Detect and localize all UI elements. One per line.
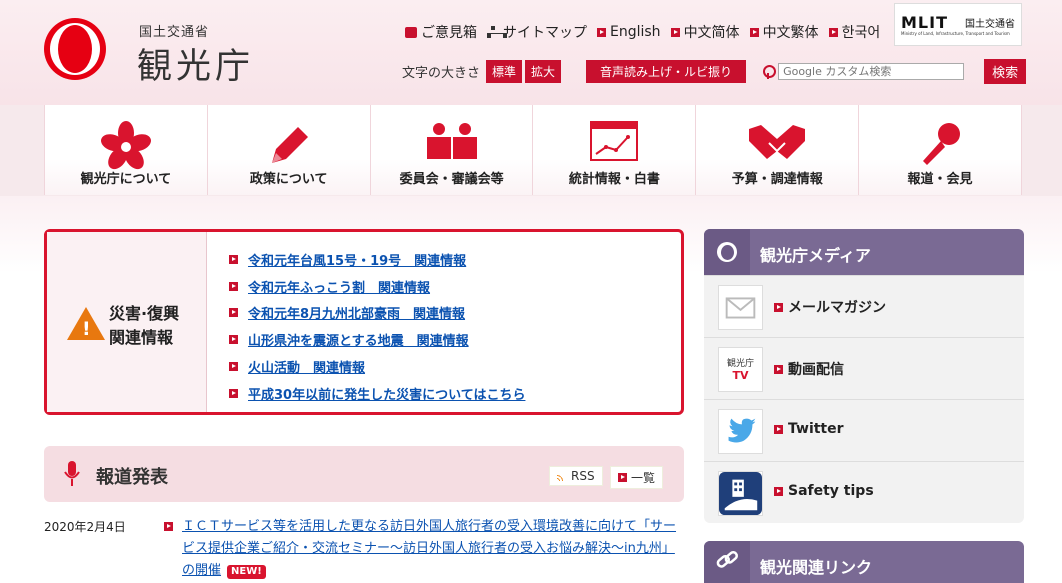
- nav-press[interactable]: 報道・会見: [859, 105, 1022, 195]
- arrow-square-icon: [749, 27, 759, 37]
- mlit-logo[interactable]: MLIT 国土交通省 Ministry of Land, Infrastruct…: [894, 3, 1022, 46]
- media-item-video[interactable]: 観光庁 TV 動画配信: [704, 337, 1024, 399]
- media-panel-title: 観光庁メディア: [760, 246, 871, 265]
- nav-about[interactable]: 観光庁について: [44, 105, 208, 195]
- main-nav: 観光庁について 政策について 委員会・審議会等 統計情報・白書 予算・調達情報 …: [44, 105, 1022, 195]
- nav-statistics-label: 統計情報・白書: [568, 172, 660, 187]
- nav-budget-label: 予算・調達情報: [731, 172, 823, 187]
- media-panel-header: 観光庁メディア: [704, 229, 1024, 275]
- nav-press-label: 報道・会見: [907, 172, 973, 187]
- nav-committees[interactable]: 委員会・審議会等: [370, 105, 534, 195]
- logo-title: 観光庁: [137, 47, 255, 87]
- nav-statistics[interactable]: 統計情報・白書: [533, 105, 697, 195]
- handshake-icon: [749, 125, 806, 159]
- related-links-header: 観光関連リンク: [704, 541, 1024, 583]
- news-item[interactable]: ＩＣＴサービス等を活用した更なる訪日外国人旅行者の受入環境改善に向けて「サービス…: [164, 516, 684, 582]
- microphone-icon: [923, 123, 961, 165]
- voice-reading-button[interactable]: 音声読み上げ・ルビ振り: [586, 60, 747, 83]
- media-item-label: Safety tips: [774, 483, 874, 499]
- media-item-label: Twitter: [774, 421, 844, 437]
- font-size-label: 文字の大きさ: [402, 66, 481, 81]
- list-item[interactable]: 平成30年以前に発生した災害についてはこちら: [229, 380, 525, 407]
- disaster-panel: ! 災害·復興 関連情報 令和元年台風15号・19号 関連情報 令和元年ふっこう…: [44, 229, 684, 415]
- list-item[interactable]: 山形県沖を震源とする地震 関連情報: [229, 326, 525, 353]
- arrow-square-icon: [229, 388, 238, 398]
- chart-icon: [590, 121, 639, 161]
- twitter-bird-icon: [718, 409, 763, 454]
- new-badge: NEW!: [227, 565, 266, 579]
- utility-row: 文字の大きさ 標準 拡大 音声読み上げ・ルビ振り 検索: [402, 59, 1029, 84]
- site-logo[interactable]: 国土交通省 観光庁: [44, 18, 264, 88]
- media-item-safety[interactable]: Safety tips: [704, 461, 1024, 523]
- font-standard-button[interactable]: 標準: [486, 60, 523, 83]
- safety-tips-icon: [718, 471, 763, 516]
- mlit-japanese-name: 国土交通省: [965, 19, 1015, 30]
- sitemap-icon: [487, 26, 507, 38]
- arrow-square-icon: [229, 362, 238, 372]
- pencil-icon: [271, 127, 308, 163]
- arrow-square-icon: [774, 302, 783, 312]
- arrow-square-icon: [618, 473, 627, 482]
- arrow-square-icon: [164, 522, 173, 531]
- rss-icon: [557, 471, 567, 481]
- link-korean[interactable]: 한국어: [828, 22, 880, 42]
- mlit-logo-text: MLIT: [901, 13, 948, 32]
- envelope-icon: [718, 285, 763, 330]
- search-button[interactable]: 検索: [984, 59, 1027, 84]
- arrow-square-icon: [670, 27, 680, 37]
- search-input[interactable]: [778, 63, 965, 80]
- link-chinese-simplified[interactable]: 中文简体: [670, 22, 740, 42]
- list-item[interactable]: 令和元年8月九州北部豪雨 関連情報: [229, 300, 525, 327]
- font-large-button[interactable]: 拡大: [525, 60, 562, 83]
- list-item[interactable]: 令和元年台風15号・19号 関連情報: [229, 246, 525, 273]
- logo-mark-icon: [44, 18, 106, 80]
- microphone-icon: [64, 461, 80, 486]
- arrow-square-icon: [229, 254, 238, 264]
- link-chinese-traditional[interactable]: 中文繁体: [749, 22, 819, 42]
- list-all-button[interactable]: 一覧: [610, 466, 664, 489]
- media-item-mail[interactable]: メールマガジン: [704, 275, 1024, 337]
- nav-budget[interactable]: 予算・調達情報: [696, 105, 860, 195]
- tv-icon: 観光庁 TV: [718, 347, 763, 392]
- mlit-english-name: Ministry of Land, Infrastructure, Transp…: [901, 31, 1010, 36]
- news-date: 2020年2月4日: [44, 520, 126, 534]
- link-chain-icon: [704, 541, 750, 583]
- link-english[interactable]: English: [597, 22, 661, 42]
- arrow-square-icon: [229, 308, 238, 318]
- media-item-label: 動画配信: [774, 359, 844, 379]
- arrow-square-icon: [597, 27, 606, 37]
- arrow-square-icon: [229, 335, 238, 345]
- top-links: ご意見箱 サイトマップ English 中文简体 中文繁体 한국어: [405, 22, 880, 42]
- arrow-square-icon: [774, 486, 783, 496]
- cherry-blossom-icon: [100, 121, 151, 170]
- list-item[interactable]: 火山活動 関連情報: [229, 353, 525, 380]
- related-links-title: 観光関連リンク: [760, 558, 873, 577]
- arrow-square-icon: [774, 424, 783, 434]
- mailbox-icon: [405, 26, 417, 38]
- link-sitemap[interactable]: サイトマップ: [487, 22, 587, 42]
- rss-button[interactable]: RSS: [549, 466, 603, 486]
- people-icon: [426, 123, 477, 159]
- press-release-header: 報道発表 RSS 一覧: [44, 446, 684, 502]
- list-item[interactable]: 令和元年ふっこう割 関連情報: [229, 273, 525, 300]
- nav-policy[interactable]: 政策について: [207, 105, 371, 195]
- disaster-links: 令和元年台風15号・19号 関連情報 令和元年ふっこう割 関連情報 令和元年8月…: [229, 246, 525, 407]
- press-release-title: 報道発表: [96, 467, 168, 488]
- arrow-square-icon: [828, 27, 838, 37]
- logo-mark-icon: [704, 229, 750, 275]
- arrow-square-icon: [229, 281, 238, 291]
- media-item-twitter[interactable]: Twitter: [704, 399, 1024, 461]
- link-feedback[interactable]: ご意見箱: [405, 22, 477, 42]
- media-item-label: メールマガジン: [774, 297, 886, 317]
- search-pin-icon: [763, 65, 777, 79]
- nav-committees-label: 委員会・審議会等: [399, 172, 504, 187]
- arrow-square-icon: [774, 364, 783, 374]
- media-panel: 観光庁メディア メールマガジン 観光庁 TV 動画配信 Twitter Safe…: [704, 229, 1024, 523]
- disaster-title: 災害·復興 関連情報: [109, 304, 180, 347]
- disaster-header: ! 災害·復興 関連情報: [47, 232, 207, 412]
